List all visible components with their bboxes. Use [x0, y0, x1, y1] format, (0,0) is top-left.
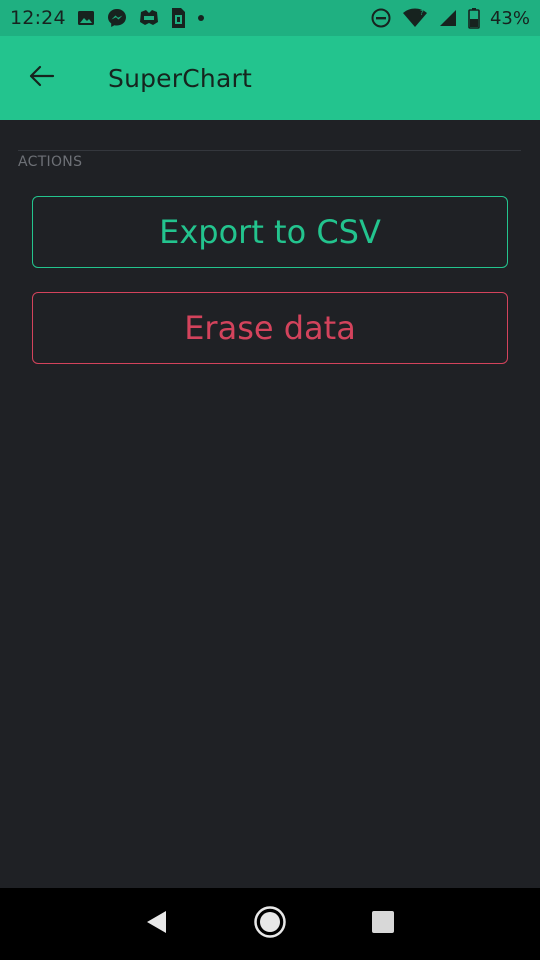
do-not-disturb-icon: [370, 7, 392, 29]
dot-icon: [196, 13, 206, 23]
section-label-actions: ACTIONS: [18, 154, 83, 170]
arrow-left-icon: [28, 64, 56, 92]
status-time: 12:24: [10, 7, 66, 29]
sim-card-icon: [170, 7, 186, 29]
nav-back-button[interactable]: [127, 894, 187, 954]
svg-text:?: ?: [420, 9, 424, 17]
section-divider: [18, 150, 521, 151]
page-title: SuperChart: [108, 63, 252, 93]
erase-data-button[interactable]: Erase data: [32, 292, 508, 364]
game-controller-icon: [138, 8, 160, 28]
navigation-bar: [0, 888, 540, 960]
nav-recents-button[interactable]: [353, 894, 413, 954]
status-bar: 12:24 ? 43%: [0, 0, 540, 36]
screen: 12:24 ? 43% SuperChart ACTIONS Export to…: [0, 0, 540, 960]
battery-percentage: 43%: [489, 7, 530, 29]
status-right: ? 43%: [370, 7, 530, 29]
nav-home-button[interactable]: [240, 894, 300, 954]
recents-square-icon: [371, 910, 395, 938]
app-bar: SuperChart: [0, 36, 540, 120]
image-icon: [76, 8, 96, 28]
cell-signal-icon: [438, 8, 458, 28]
back-triangle-icon: [144, 909, 170, 939]
back-button[interactable]: [2, 36, 82, 120]
status-left: 12:24: [10, 7, 206, 29]
export-to-csv-button[interactable]: Export to CSV: [32, 196, 508, 268]
content: ACTIONS Export to CSV Erase data: [0, 120, 540, 888]
messenger-icon: [106, 7, 128, 29]
wifi-icon: ?: [402, 7, 428, 29]
battery-icon: [468, 7, 480, 29]
home-circle-icon: [253, 905, 287, 943]
